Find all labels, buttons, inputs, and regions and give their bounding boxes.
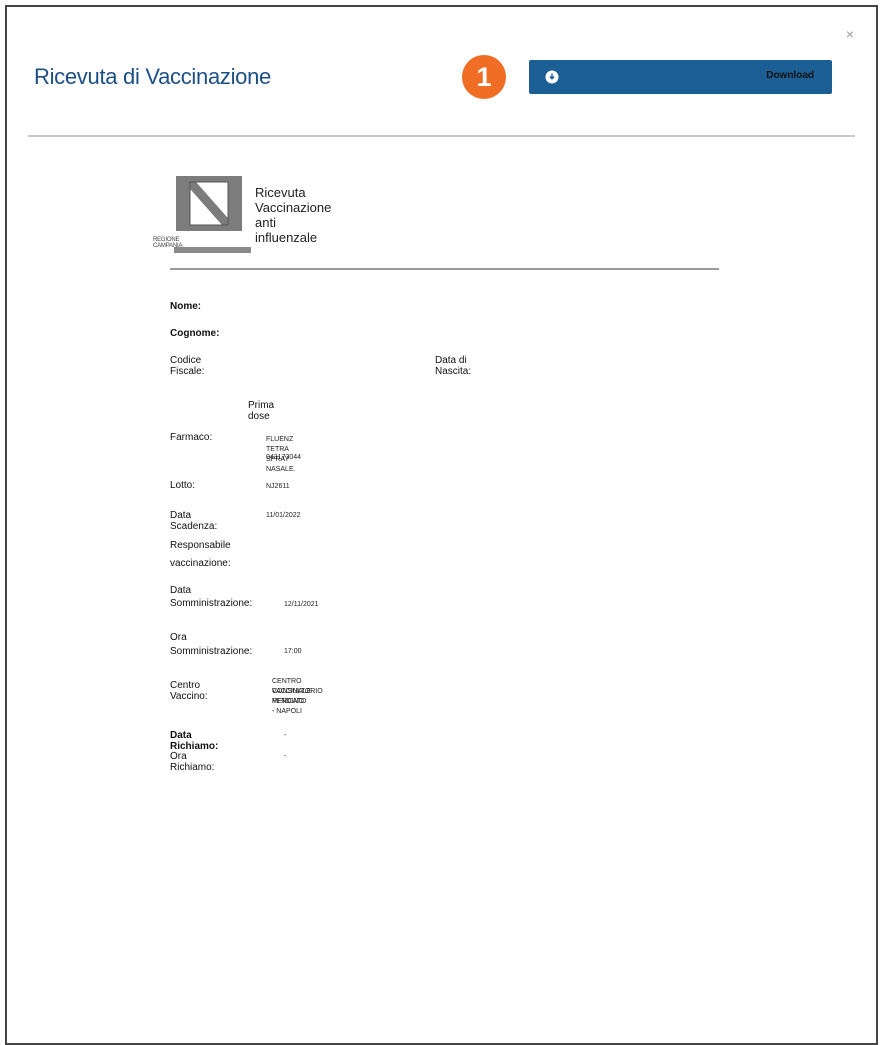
- logo-band: [174, 231, 251, 253]
- data-scadenza-value: 11/01/2022: [266, 512, 301, 519]
- data-scadenza-label: Data Scadenza:: [170, 510, 218, 532]
- ora-somm-label-1: Ora: [170, 632, 187, 643]
- centro-label: Centro Vaccino:: [170, 680, 208, 702]
- download-button[interactable]: Download: [529, 60, 832, 94]
- farmaco-label: Farmaco:: [170, 432, 213, 443]
- codice-fiscale-label: Codice Fiscale:: [170, 355, 205, 377]
- dialog-frame: [5, 5, 878, 1045]
- lotto-value: NJ2611: [266, 483, 290, 490]
- responsabile-label-2: vaccinazione:: [170, 558, 231, 569]
- region-emblem-icon: [186, 179, 232, 228]
- region-logo: [176, 176, 242, 231]
- dialog-title: Ricevuta di Vaccinazione: [34, 64, 271, 89]
- data-nascita-label: Data di Nascita:: [435, 355, 472, 377]
- logo-caption: REGIONE CAMPANIA: [153, 237, 183, 249]
- nome-label: Nome:: [170, 301, 202, 312]
- receipt-divider: [170, 268, 719, 270]
- dose-heading: Prima dose: [248, 400, 275, 422]
- receipt-title: Ricevuta Vaccinazione anti influenzale: [255, 185, 332, 245]
- step-badge: 1: [462, 55, 506, 99]
- ora-somm-value: 17:00: [284, 648, 302, 655]
- data-somm-label-1: Data: [170, 585, 192, 596]
- ora-richiamo-label: Ora Richiamo:: [170, 751, 215, 773]
- lotto-label: Lotto:: [170, 480, 196, 491]
- farmaco-code-value: 043173044: [266, 454, 302, 461]
- cognome-label: Cognome:: [170, 328, 220, 339]
- data-richiamo-value: -: [284, 732, 287, 739]
- ora-somm-label-2: Somministrazione:: [170, 646, 253, 657]
- data-somm-label-2: Somministrazione:: [170, 598, 253, 609]
- responsabile-label-1: Responsabile: [170, 540, 231, 551]
- centro-value-3: PENDINO - NAPOLI: [272, 698, 304, 715]
- header-divider: [28, 135, 855, 137]
- download-button-label: Download: [766, 70, 814, 81]
- close-icon[interactable]: ×: [846, 27, 854, 41]
- download-icon: [545, 70, 559, 84]
- ora-richiamo-value: -: [284, 753, 287, 760]
- data-richiamo-label: Data Richiamo:: [170, 730, 219, 752]
- data-somm-value: 12/11/2021: [284, 601, 319, 608]
